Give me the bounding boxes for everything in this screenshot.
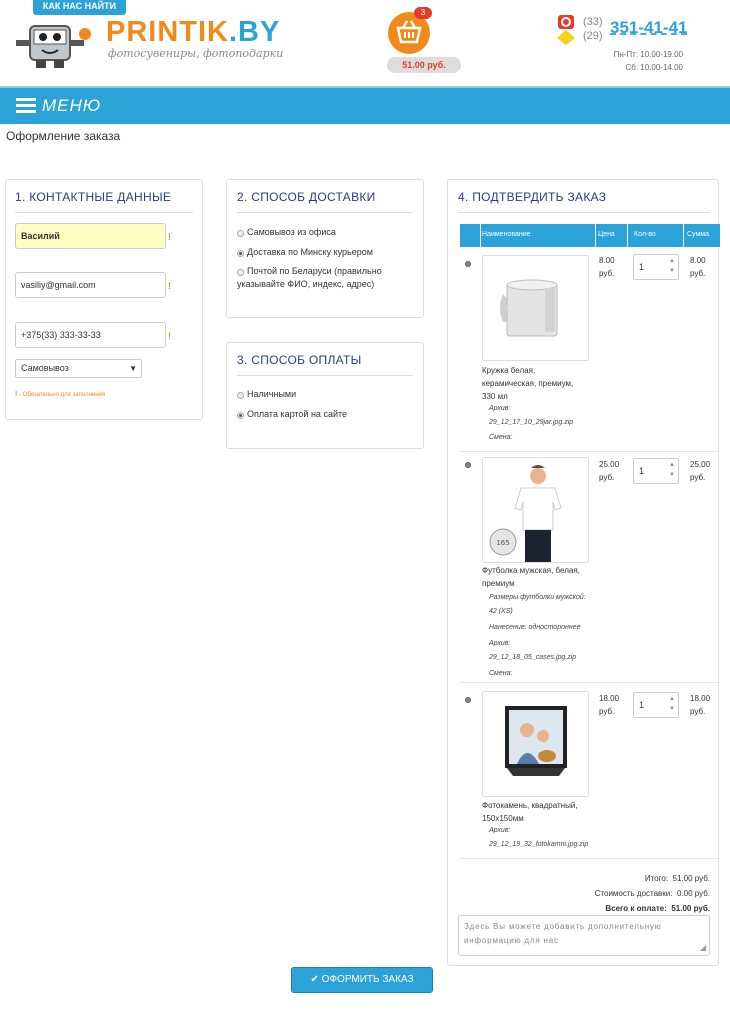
delivery-option-post-line2: указывайте ФИО, индекс, адрес) — [237, 279, 375, 289]
delivery-cost-label: Стоимость доставки: — [594, 889, 673, 898]
cart-total[interactable]: 51.00 руб. — [387, 57, 461, 73]
payment-radio-cash[interactable] — [237, 392, 244, 399]
quantity-arrows-icon[interactable]: ▲ ▼ — [667, 256, 677, 276]
menu-label[interactable]: МЕНЮ — [42, 96, 101, 116]
working-hours-weekdays: Пн-Пт: 10.00-19.00 — [613, 50, 683, 59]
required-marker: ! — [168, 281, 171, 291]
product-thumbnail[interactable] — [482, 691, 589, 797]
table-row: 165 Футболка мужская, белая, премиум Раз… — [460, 452, 720, 682]
payment-title: 3. СПОСОБ ОПЛАТЫ — [237, 353, 362, 367]
submit-order-button[interactable]: ✔ ОФОРМИТЬ ЗАКАЗ — [291, 967, 433, 993]
column-header-sum: Сумма — [687, 231, 709, 238]
product-name: Фотокамень, квадратный, 150х150мм — [482, 801, 578, 823]
delivery-panel: 2. СПОСОБ ДОСТАВКИ Самовывоз из офиса До… — [226, 179, 424, 318]
required-marker: ! — [168, 331, 171, 341]
table-header-row: Наименование Цена Кол-во Сумма — [460, 224, 720, 247]
total-label: Итого: — [644, 874, 669, 883]
order-totals: Итого: 51.00 руб. Стоимость доставки: 0.… — [508, 871, 710, 916]
delivery-cost-value: 0.00 руб. — [676, 889, 710, 898]
dropdown-arrow-icon: ▼ — [129, 364, 137, 373]
checkmark-icon: ✔ — [310, 974, 319, 985]
product-name: Кружка белая, керамическая, премиум, 330… — [482, 366, 574, 401]
phone-codes: (33) (29) — [583, 16, 603, 42]
remove-item-icon[interactable] — [465, 462, 471, 468]
delivery-radio-post[interactable] — [237, 269, 244, 276]
grand-total-label: Всего к оплате: — [605, 904, 667, 913]
page-title: Оформление заказа — [6, 129, 121, 143]
column-header-qty: Кол-во — [634, 231, 656, 238]
product-thumbnail[interactable]: 165 — [482, 457, 589, 563]
delivery-title: 2. СПОСОБ ДОСТАВКИ — [237, 190, 376, 204]
phone-number-link[interactable]: 351-41-41 — [610, 18, 688, 38]
email-input[interactable]: vasiliy@gmail.com — [15, 272, 166, 298]
payment-panel: 3. СПОСОБ ОПЛАТЫ Наличными Оплата картой… — [226, 342, 424, 449]
photo-stone-image — [505, 706, 567, 776]
product-price: 8.00 руб. — [599, 256, 615, 278]
payment-option-card[interactable]: Оплата картой на сайте — [247, 408, 347, 421]
product-sum: 18.00 руб. — [690, 694, 711, 716]
required-marker: ! — [168, 232, 171, 242]
delivery-radio-pickup[interactable] — [237, 230, 244, 237]
tshirt-model-image: 165 — [489, 465, 562, 562]
remove-item-icon[interactable] — [465, 697, 471, 703]
resize-handle-icon[interactable]: ◢ — [700, 941, 707, 955]
delivery-select[interactable]: Самовывоз ▼ — [15, 359, 142, 378]
phone-input[interactable]: +375(33) 333-33-33 — [15, 322, 166, 348]
product-sum: 25.00 руб. — [690, 460, 711, 482]
site-logo-text[interactable]: PRINTIK.BY — [106, 16, 280, 49]
name-input[interactable]: Василий — [15, 223, 166, 249]
required-note: ! - Обязательно для заполнения — [15, 391, 106, 398]
quantity-arrows-icon[interactable]: ▲ ▼ — [667, 694, 677, 714]
column-header-name: Наименование — [482, 231, 531, 238]
cart-count-badge: 3 — [414, 7, 432, 19]
contacts-title: 1. КОНТАКТНЫЕ ДАННЫЕ — [15, 190, 172, 204]
payment-radio-card[interactable] — [237, 412, 244, 419]
product-price: 25.00 руб. — [599, 460, 620, 482]
payment-option-cash[interactable]: Наличными — [247, 388, 296, 401]
product-name: Футболка мужская, белая, премиум — [482, 566, 580, 588]
product-attributes: Архив: 29_12_17_10_29jar.jpg.zip Смена: — [489, 405, 574, 441]
printer-mascot-logo[interactable] — [14, 16, 94, 70]
order-comment-textarea[interactable]: Здесь Вы можете добавить дополнительную … — [458, 915, 710, 956]
product-price: 18.00 руб. — [599, 694, 620, 716]
product-attributes: Размеры футболки мужской: 42 (XS) Нанесе… — [489, 594, 586, 677]
table-row: Фотокамень, квадратный, 150х150мм Архив:… — [460, 683, 720, 858]
column-header-price: Цена — [598, 231, 615, 238]
logo-tagline: фотосувениры, фотоподарки — [108, 47, 284, 60]
product-sum: 8.00 руб. — [690, 256, 706, 278]
delivery-option-courier[interactable]: Доставка по Минску курьером — [247, 246, 373, 259]
confirm-order-panel: 4. ПОДТВЕРДИТЬ ЗАКАЗ Наименование Цена К… — [447, 179, 720, 966]
delivery-radio-courier[interactable] — [237, 250, 244, 257]
table-row: Кружка белая, керамическая, премиум, 330… — [460, 247, 720, 451]
svg-text:165: 165 — [496, 539, 509, 547]
product-thumbnail[interactable] — [482, 255, 589, 361]
delivery-option-pickup[interactable]: Самовывоз из офиса — [247, 226, 336, 239]
confirm-title: 4. ПОДТВЕРДИТЬ ЗАКАЗ — [458, 190, 607, 204]
working-hours-saturday: Сб: 10.00-14.00 — [625, 63, 683, 72]
mug-image — [500, 279, 558, 337]
how-to-find-us-link[interactable]: КАК НАС НАЙТИ — [33, 0, 126, 15]
mobile-operators-icon — [557, 15, 575, 45]
hamburger-icon[interactable] — [16, 98, 36, 114]
grand-total-value: 51.00 руб. — [671, 904, 710, 913]
contacts-panel: 1. КОНТАКТНЫЕ ДАННЫЕ Василий ! vasiliy@g… — [5, 179, 203, 420]
product-attributes: Архив: 29_12_19_32_fotokamni.jpg.zip — [489, 827, 589, 848]
quantity-arrows-icon[interactable]: ▲ ▼ — [667, 460, 677, 480]
menu-bar[interactable]: МЕНЮ — [0, 86, 730, 124]
remove-item-icon[interactable] — [465, 261, 471, 267]
delivery-option-post[interactable]: Почтой по Беларуси (правильно — [247, 265, 382, 278]
total-value: 51.00 руб. — [672, 874, 711, 883]
